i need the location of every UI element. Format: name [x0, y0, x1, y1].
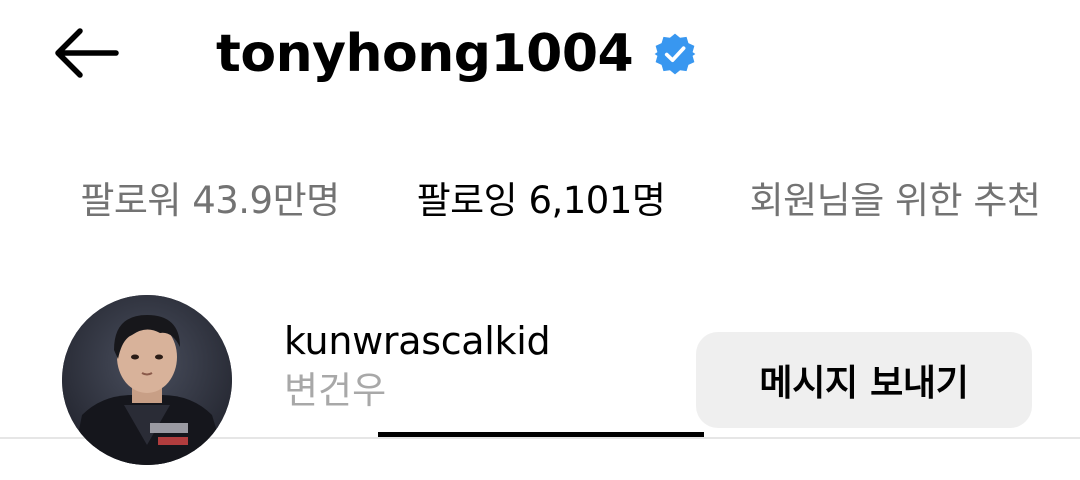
- full-name: 변건우: [284, 368, 387, 412]
- list-item[interactable]: kunwrascalkid 변건우 메시지 보내기: [0, 279, 1080, 480]
- tab-suggested[interactable]: 회원님을 위한 추천: [720, 160, 1070, 278]
- tab-following-label: 팔로잉 6,101명: [416, 179, 666, 222]
- back-button[interactable]: [40, 18, 130, 88]
- following-screen: tonyhong1004 팔로워 43.9만명 팔로잉 6,101명 회원님을 …: [0, 0, 1080, 480]
- verified-badge-icon: [653, 32, 697, 76]
- username[interactable]: kunwrascalkid: [284, 320, 551, 363]
- message-button[interactable]: 메시지 보내기: [696, 332, 1032, 428]
- page-title[interactable]: tonyhong1004: [216, 28, 634, 80]
- profile-photo: [62, 295, 232, 465]
- user-text: kunwrascalkid 변건우: [284, 320, 551, 412]
- arrow-left-icon: [55, 28, 119, 78]
- tab-bar: 팔로워 43.9만명 팔로잉 6,101명 회원님을 위한 추천: [0, 160, 1080, 439]
- avatar[interactable]: [62, 295, 232, 465]
- header: tonyhong1004: [0, 0, 1080, 110]
- tab-following[interactable]: 팔로잉 6,101명: [378, 160, 704, 278]
- tab-suggested-label: 회원님을 위한 추천: [749, 179, 1041, 222]
- title-wrap: tonyhong1004: [216, 14, 697, 94]
- tab-followers[interactable]: 팔로워 43.9만명: [40, 160, 380, 278]
- tab-followers-label: 팔로워 43.9만명: [80, 179, 340, 222]
- message-button-label: 메시지 보내기: [759, 363, 969, 404]
